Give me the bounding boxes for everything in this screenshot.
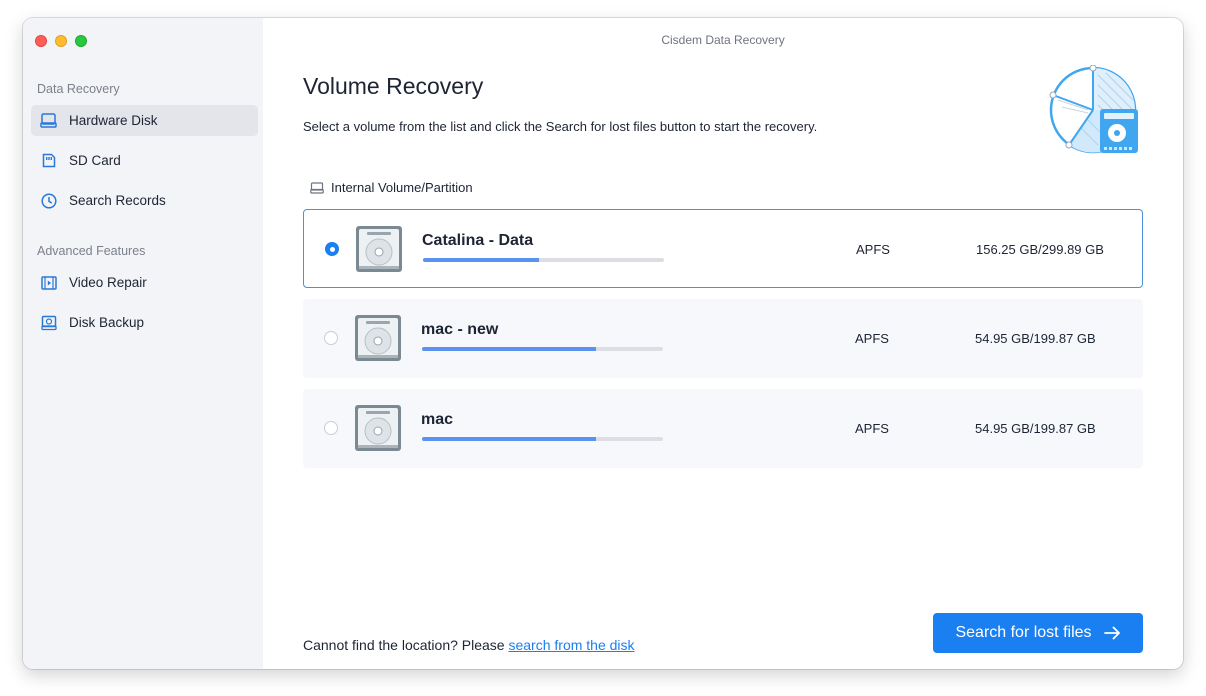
volume-filesystem: APFS [856, 242, 890, 257]
arrow-right-icon [1103, 626, 1121, 640]
group-label-text: Internal Volume/Partition [331, 180, 473, 195]
footer-hint-text: Cannot find the location? Please [303, 637, 509, 653]
close-window-button[interactable] [35, 35, 47, 47]
sidebar-item-hardware-disk[interactable]: Hardware Disk [31, 105, 258, 136]
usage-bar [423, 258, 664, 262]
group-label-internal-volume: Internal Volume/Partition [310, 180, 473, 195]
film-icon [40, 274, 57, 291]
sd-card-icon [40, 152, 57, 169]
volume-size: 156.25 GB/299.89 GB [976, 242, 1104, 257]
minimize-window-button[interactable] [55, 35, 67, 47]
backup-icon [40, 314, 57, 331]
hard-disk-icon [40, 112, 57, 129]
hard-disk-icon [354, 404, 402, 452]
volume-name: mac - new [421, 321, 499, 338]
sidebar-item-search-records[interactable]: Search Records [31, 185, 258, 216]
volume-row[interactable]: mac - new APFS 54.95 GB/199.87 GB [303, 299, 1143, 378]
sidebar-item-label: Hardware Disk [69, 113, 158, 128]
sidebar-item-label: Video Repair [69, 275, 147, 290]
volume-radio[interactable] [325, 242, 339, 256]
volume-filesystem: APFS [855, 331, 889, 346]
sidebar-item-label: Disk Backup [69, 315, 145, 330]
usage-fill [422, 437, 596, 441]
volume-size: 54.95 GB/199.87 GB [975, 331, 1096, 346]
volume-radio[interactable] [324, 331, 338, 345]
usage-fill [423, 258, 539, 262]
zoom-window-button[interactable] [75, 35, 87, 47]
sidebar: Data Recovery Hardware Disk SD Card Sear… [23, 18, 263, 669]
page-title: Volume Recovery [303, 73, 484, 99]
sidebar-item-video-repair[interactable]: Video Repair [31, 267, 258, 298]
volume-row[interactable]: mac APFS 54.95 GB/199.87 GB [303, 389, 1143, 468]
section-label-advanced-features: Advanced Features [37, 244, 146, 258]
section-label-data-recovery: Data Recovery [37, 82, 120, 96]
usage-bar [422, 437, 663, 441]
sidebar-item-label: Search Records [69, 193, 166, 208]
main-content: Cisdem Data Recovery Volume Recovery Sel… [263, 18, 1183, 669]
clock-icon [40, 192, 57, 209]
sidebar-item-label: SD Card [69, 153, 121, 168]
app-window: Data Recovery Hardware Disk SD Card Sear… [23, 18, 1183, 669]
volume-name: mac [421, 411, 454, 428]
search-from-disk-link[interactable]: search from the disk [508, 637, 634, 653]
search-lost-files-label: Search for lost files [955, 624, 1092, 641]
footer-hint: Cannot find the location? Please search … [303, 637, 635, 653]
hard-disk-icon [355, 225, 403, 273]
recovery-illustration-icon [1048, 64, 1143, 160]
volume-name: Catalina - Data [422, 232, 534, 249]
page-subtitle: Select a volume from the list and click … [303, 119, 818, 134]
volume-row[interactable]: Catalina - Data APFS 156.25 GB/299.89 GB [303, 209, 1143, 288]
sidebar-item-sd-card[interactable]: SD Card [31, 145, 258, 176]
window-title: Cisdem Data Recovery [661, 33, 785, 47]
usage-fill [422, 347, 596, 351]
usage-bar [422, 347, 663, 351]
hard-disk-icon [354, 314, 402, 362]
volume-radio[interactable] [324, 421, 338, 435]
drive-icon [310, 181, 324, 194]
search-lost-files-button[interactable]: Search for lost files [933, 613, 1143, 653]
sidebar-item-disk-backup[interactable]: Disk Backup [31, 307, 258, 338]
volume-filesystem: APFS [855, 421, 889, 436]
volume-size: 54.95 GB/199.87 GB [975, 421, 1096, 436]
window-controls [35, 35, 87, 47]
